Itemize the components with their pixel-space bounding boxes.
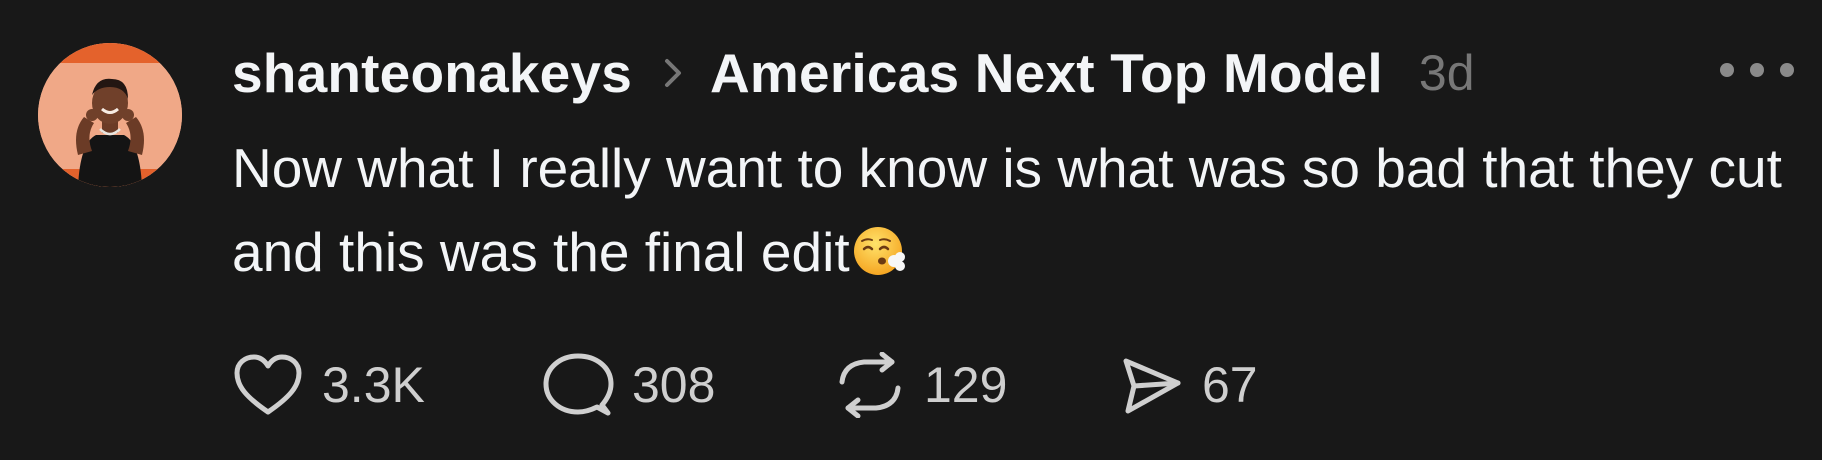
- community-link[interactable]: Americas Next Top Model: [710, 41, 1383, 105]
- post-timestamp[interactable]: 3d: [1419, 44, 1475, 102]
- post-actions: 3.3K 308 129 67: [232, 350, 1318, 420]
- thread-post: shanteonakeys Americas Next Top Model 3d…: [0, 0, 1822, 460]
- post-header: shanteonakeys Americas Next Top Model 3d: [232, 38, 1475, 108]
- like-count: 3.3K: [322, 357, 425, 413]
- send-icon: [1123, 358, 1181, 414]
- post-text: Now what I really want to know is what w…: [232, 137, 1782, 283]
- more-horizontal-icon: [1780, 63, 1794, 77]
- share-button[interactable]: 67: [1118, 353, 1318, 417]
- reply-count: 308: [632, 357, 716, 413]
- heart-icon: [234, 354, 302, 415]
- more-horizontal-icon: [1750, 63, 1764, 77]
- profile-photo: [38, 43, 182, 187]
- reply-button[interactable]: 308: [542, 351, 834, 419]
- like-button[interactable]: 3.3K: [232, 352, 542, 418]
- more-options-button[interactable]: [1720, 58, 1794, 82]
- avatar[interactable]: [38, 43, 182, 187]
- repost-button[interactable]: 129: [834, 352, 1118, 418]
- repost-count: 129: [924, 357, 1008, 413]
- share-count: 67: [1202, 357, 1258, 413]
- post-body: Now what I really want to know is what w…: [232, 126, 1792, 294]
- chevron-right-icon: [665, 59, 682, 87]
- face-exhaling-icon: [853, 227, 905, 275]
- comment-bubble-icon: [543, 353, 614, 416]
- repost-icon: [839, 352, 901, 418]
- author-username[interactable]: shanteonakeys: [232, 41, 632, 105]
- more-horizontal-icon: [1720, 63, 1734, 77]
